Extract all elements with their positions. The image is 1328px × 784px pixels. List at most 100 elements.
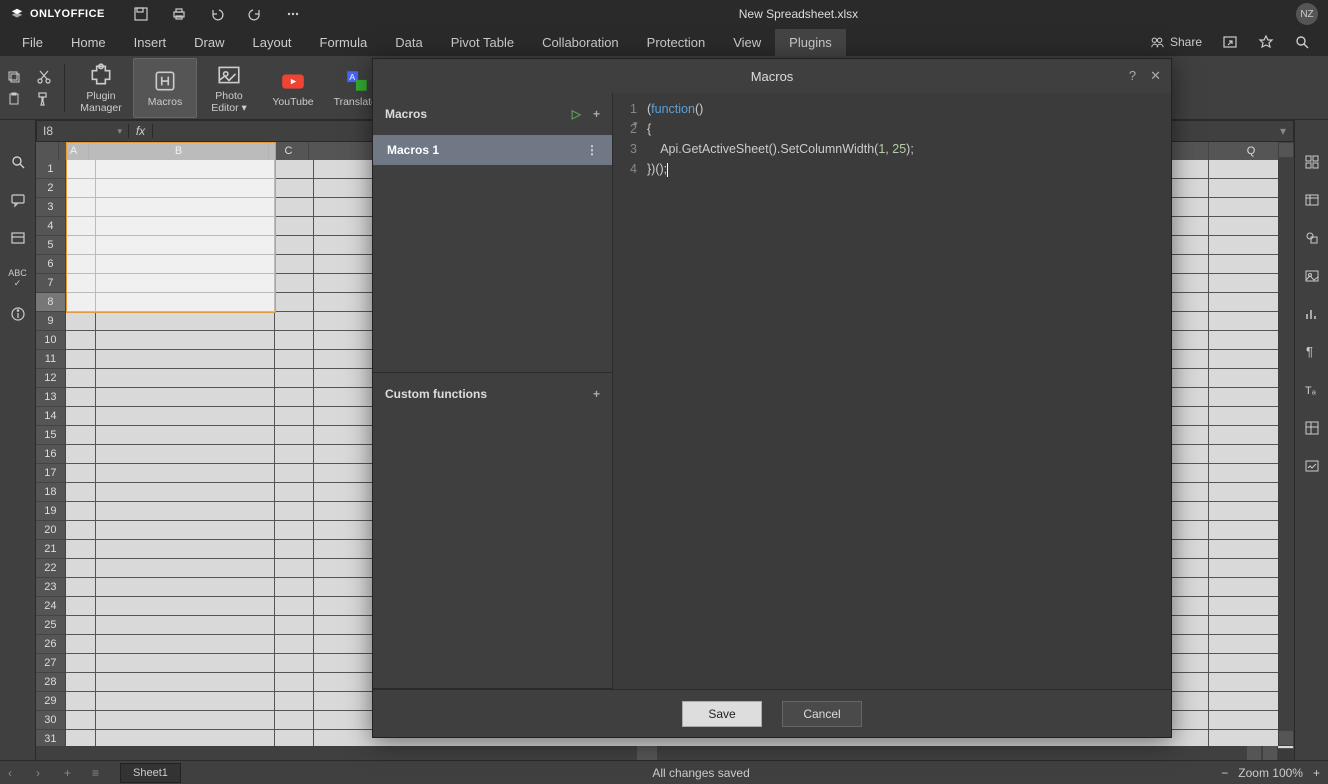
row-header[interactable]: 12 (36, 369, 66, 388)
cell[interactable] (96, 483, 275, 502)
scroll-thumb[interactable] (637, 746, 657, 760)
row-header[interactable]: 23 (36, 578, 66, 597)
cell[interactable] (96, 179, 275, 198)
row-header[interactable]: 16 (36, 445, 66, 464)
cell[interactable] (275, 502, 315, 521)
cell-settings-icon[interactable] (1304, 154, 1320, 170)
cell[interactable] (66, 331, 96, 350)
row-header[interactable]: 1 (36, 160, 66, 179)
cell[interactable] (275, 293, 315, 312)
row-header[interactable]: 25 (36, 616, 66, 635)
horizontal-scrollbar[interactable] (36, 746, 1278, 760)
cell[interactable] (66, 217, 96, 236)
scroll-down-icon[interactable] (1279, 731, 1293, 745)
cell[interactable] (275, 635, 315, 654)
cell[interactable] (96, 616, 275, 635)
ribbon-youtube[interactable]: YouTube (261, 58, 325, 118)
cell[interactable] (96, 217, 275, 236)
run-macro-icon[interactable]: ▷ (572, 107, 581, 121)
vertical-scrollbar[interactable] (1278, 142, 1294, 746)
open-location-icon[interactable] (1222, 34, 1238, 50)
next-sheet-icon[interactable]: › (36, 766, 52, 780)
cell[interactable] (96, 369, 275, 388)
paragraph-settings-icon[interactable]: ¶ (1304, 344, 1320, 360)
cell[interactable] (275, 255, 315, 274)
cell[interactable] (66, 407, 96, 426)
textart-settings-icon[interactable]: Tₐ (1304, 382, 1320, 398)
spellcheck-icon[interactable]: ABC✓ (8, 268, 27, 284)
scroll-right-icon[interactable] (1263, 746, 1277, 760)
cell[interactable] (275, 654, 315, 673)
row-header[interactable]: 3 (36, 198, 66, 217)
menu-formula[interactable]: Formula (306, 29, 382, 56)
slicer-icon[interactable] (10, 230, 26, 246)
cell[interactable] (66, 559, 96, 578)
cell[interactable] (275, 521, 315, 540)
cell[interactable] (66, 350, 96, 369)
cell[interactable] (275, 274, 315, 293)
menu-protection[interactable]: Protection (633, 29, 720, 56)
chart-settings-icon[interactable] (1304, 306, 1320, 322)
cell[interactable] (275, 464, 315, 483)
comments-icon[interactable] (10, 192, 26, 208)
cell[interactable] (96, 236, 275, 255)
row-header[interactable]: 18 (36, 483, 66, 502)
scroll-up-icon[interactable] (1279, 143, 1293, 157)
cell[interactable] (275, 597, 315, 616)
col-header-A[interactable]: A (59, 142, 89, 160)
sheet-tab[interactable]: Sheet1 (120, 763, 181, 783)
signature-settings-icon[interactable] (1304, 458, 1320, 474)
cell[interactable] (275, 160, 315, 179)
code-editor[interactable]: 1234 ▾ (function(){ Api.GetActiveSheet()… (613, 93, 1171, 689)
cell[interactable] (96, 559, 275, 578)
cell[interactable] (66, 160, 96, 179)
cell[interactable] (275, 616, 315, 635)
cell[interactable] (275, 711, 315, 730)
shape-settings-icon[interactable] (1304, 230, 1320, 246)
cell[interactable] (66, 293, 96, 312)
table-settings-icon[interactable] (1304, 192, 1320, 208)
cell[interactable] (275, 331, 315, 350)
row-header[interactable]: 9 (36, 312, 66, 331)
info-icon[interactable] (10, 306, 26, 322)
cell[interactable] (66, 578, 96, 597)
cell[interactable] (96, 388, 275, 407)
copy-icon[interactable] (6, 69, 22, 85)
cell[interactable] (96, 274, 275, 293)
add-sheet-icon[interactable]: + (64, 766, 80, 780)
cell[interactable] (96, 711, 275, 730)
cell[interactable] (275, 426, 315, 445)
cell[interactable] (96, 160, 275, 179)
menu-layout[interactable]: Layout (239, 29, 306, 56)
cell[interactable] (66, 635, 96, 654)
help-icon[interactable]: ? (1129, 68, 1136, 84)
cancel-button[interactable]: Cancel (782, 701, 862, 727)
cell[interactable] (66, 654, 96, 673)
expand-formula-icon[interactable]: ▾ (1273, 124, 1293, 138)
cell[interactable] (66, 673, 96, 692)
format-painter-icon[interactable] (36, 91, 52, 107)
scroll-left-icon[interactable] (1247, 746, 1261, 760)
cell[interactable] (96, 426, 275, 445)
ribbon-macros[interactable]: Macros (133, 58, 197, 118)
cell[interactable] (275, 692, 315, 711)
row-header[interactable]: 21 (36, 540, 66, 559)
cell[interactable] (66, 312, 96, 331)
menu-draw[interactable]: Draw (180, 29, 238, 56)
select-all-corner[interactable] (36, 142, 59, 160)
cell[interactable] (275, 559, 315, 578)
cell[interactable] (66, 483, 96, 502)
cell[interactable] (66, 426, 96, 445)
cell[interactable] (275, 350, 315, 369)
share-button[interactable]: Share (1150, 35, 1202, 49)
cell[interactable] (275, 179, 315, 198)
cell[interactable] (66, 521, 96, 540)
cell[interactable] (96, 293, 275, 312)
cell[interactable] (96, 692, 275, 711)
cell[interactable] (66, 597, 96, 616)
cell[interactable] (66, 236, 96, 255)
ribbon-plugin[interactable]: PluginManager (69, 58, 133, 118)
paste-icon[interactable] (6, 91, 22, 107)
fx-icon[interactable]: fx (129, 124, 153, 138)
cell[interactable] (66, 711, 96, 730)
